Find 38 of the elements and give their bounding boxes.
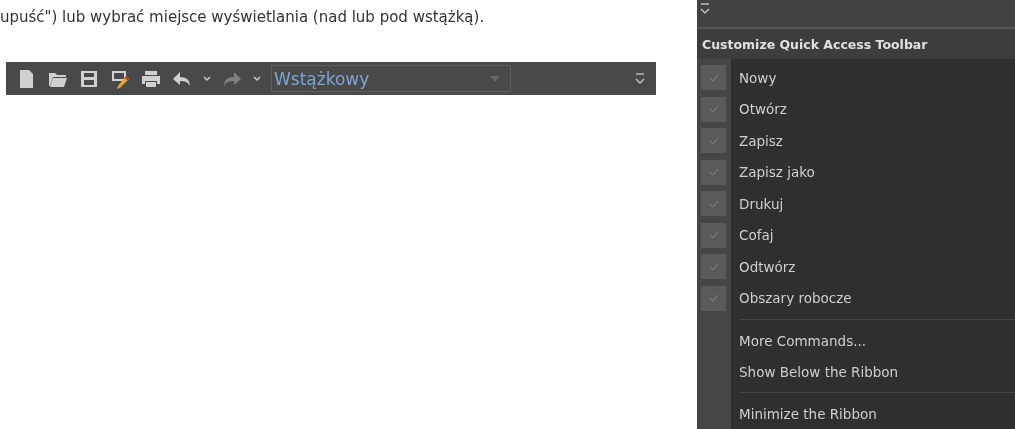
menu-item[interactable]: Zapisz [731,131,789,150]
customize-toolbar-icon[interactable] [699,2,711,16]
check-icon [708,199,719,208]
menu-item[interactable]: Zapisz jako [731,163,821,182]
customize-toolbar-icon[interactable] [634,71,646,86]
printer-icon [141,68,161,89]
menu-item[interactable]: Drukuj [731,194,790,213]
check-icon [708,262,719,271]
checkbox[interactable] [701,96,726,122]
check-icon [708,73,719,82]
checkbox[interactable] [701,159,726,185]
checkbox[interactable] [701,254,726,280]
menu-item[interactable]: Otwórz [731,100,793,119]
checkbox[interactable] [701,128,726,154]
menu-item[interactable]: More Commands... [731,331,873,350]
check-icon [708,168,719,177]
menu-item[interactable]: Cofaj [731,226,780,245]
check-icon [708,294,719,303]
menu-item[interactable]: Odtwórz [731,257,802,276]
caret-icon [253,74,261,83]
checkbox[interactable] [701,191,726,217]
menu-item[interactable]: Show Below the Ribbon [731,362,905,381]
checkbox[interactable] [701,65,726,91]
menu-title: Customize Quick Access Toolbar [697,29,1015,59]
intro-text: upuść") lub wybrać miejsce wyświetlania (nad lub pod wstążką). [0,8,486,26]
menu-item[interactable]: Minimize the Ribbon [731,404,883,423]
checkbox[interactable] [701,285,726,311]
check-icon [708,231,719,240]
check-icon [708,136,719,145]
checkbox[interactable] [701,222,726,248]
pencil-icon [110,68,130,89]
check-icon [708,105,719,114]
floppy-icon [79,68,99,89]
workspace-dropdown[interactable]: Wstążkowy [271,65,511,92]
menu-item[interactable]: Nowy [731,68,783,87]
caret-icon [203,74,211,83]
menu-item[interactable]: Obszary robocze [731,289,858,308]
dropdown-arrow-icon [490,75,500,82]
